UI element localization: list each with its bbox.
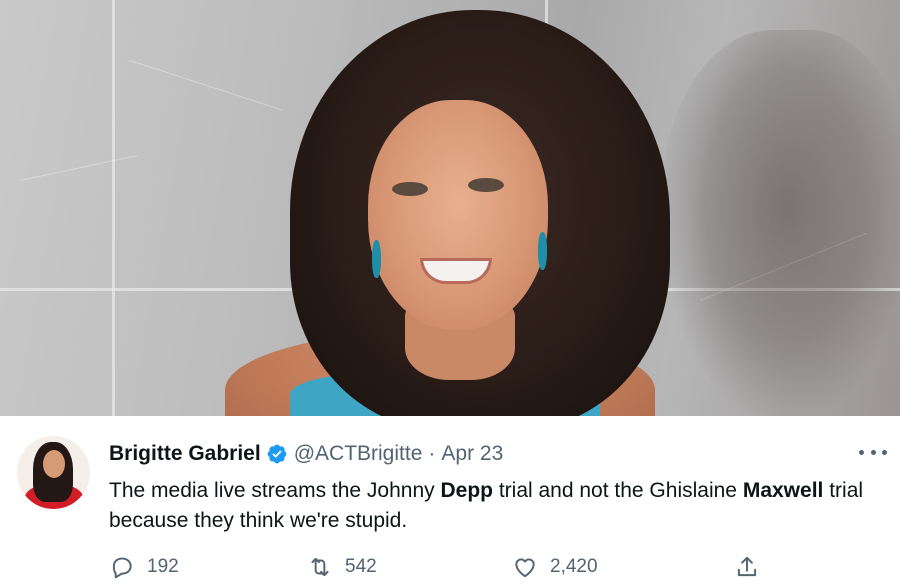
person-face	[368, 100, 548, 330]
earring	[538, 232, 547, 270]
tweet-card: Brigitte Gabriel @ACTBrigitte · Apr 23 T…	[0, 416, 900, 587]
share-icon	[737, 556, 757, 577]
like-count: 2,420	[550, 556, 598, 577]
wall-shadow	[660, 30, 900, 416]
reply-icon	[112, 557, 132, 579]
verified-badge-icon	[267, 444, 287, 464]
author-name[interactable]: Brigitte Gabriel	[109, 442, 261, 466]
retweet-count: 542	[345, 556, 377, 577]
more-options-icon[interactable]	[857, 442, 889, 462]
person-eye	[392, 182, 428, 196]
author-avatar[interactable]	[17, 436, 90, 509]
reply-count: 192	[147, 556, 179, 577]
share-button[interactable]	[734, 553, 760, 581]
tweet-photo[interactable]	[0, 0, 900, 416]
tweet-header: Brigitte Gabriel @ACTBrigitte · Apr 23	[109, 440, 503, 468]
like-button[interactable]: 2,420	[512, 553, 598, 581]
wall-tile-line	[112, 0, 115, 416]
tweet-actions: 192 542 2,420	[109, 553, 889, 581]
marble-vein	[19, 155, 138, 181]
header-separator: ·	[428, 442, 436, 465]
retweet-icon	[311, 557, 329, 577]
reply-button[interactable]: 192	[109, 553, 179, 581]
retweet-button[interactable]: 542	[307, 553, 377, 581]
author-handle[interactable]: @ACTBrigitte	[294, 442, 423, 466]
tweet-text: The media live streams the Johnny Depp t…	[109, 479, 864, 532]
heart-icon	[515, 558, 535, 578]
bold-term: Maxwell	[742, 479, 824, 502]
marble-vein	[129, 60, 283, 111]
person-eye	[468, 178, 504, 192]
tweet-date[interactable]: Apr 23	[441, 442, 503, 466]
earring	[372, 240, 381, 278]
bold-term: Depp	[440, 479, 494, 502]
